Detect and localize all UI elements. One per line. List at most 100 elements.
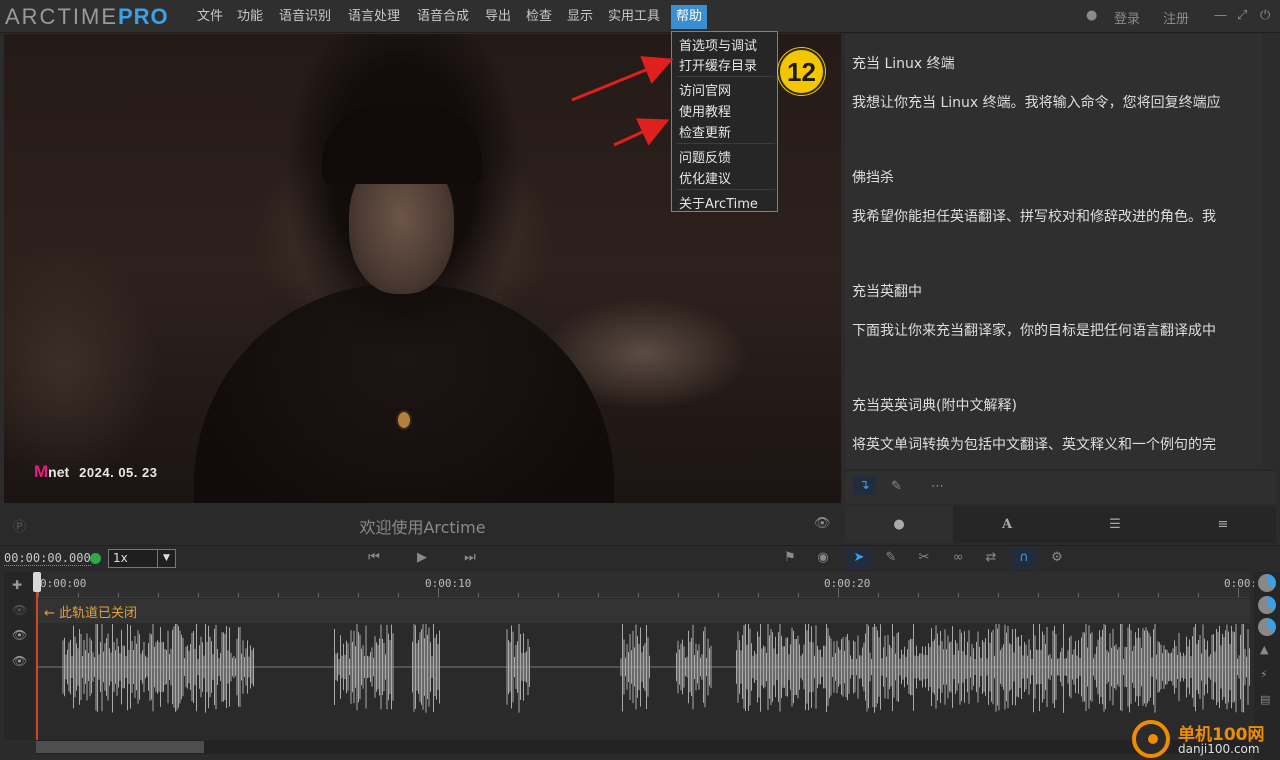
eye-hidden-icon[interactable]: 👁 bbox=[12, 603, 27, 617]
waveform-bars bbox=[62, 624, 1250, 713]
ruler-tick bbox=[958, 593, 959, 597]
audio-waveform-track[interactable] bbox=[36, 624, 1250, 739]
tab-list-icon[interactable]: ☰ bbox=[1061, 506, 1169, 543]
eye-icon[interactable]: 👁 bbox=[12, 654, 27, 668]
more-icon[interactable]: ⋯ bbox=[931, 479, 944, 494]
ruler-tick bbox=[118, 593, 119, 597]
video-date: 2024. 05. 23 bbox=[79, 464, 158, 480]
magnet-icon[interactable]: ∩ bbox=[1011, 547, 1037, 569]
tab-sliders-icon[interactable]: ≡ bbox=[1169, 506, 1277, 543]
menu-display[interactable]: 显示 bbox=[564, 5, 596, 29]
ruler-tick bbox=[718, 593, 719, 597]
timeline[interactable]: ✚ 👁 👁 👁 0:00:00 0:00:10 0:00:20 0:00: ← … bbox=[0, 572, 1280, 760]
lightning-icon[interactable]: ⚡ bbox=[1260, 668, 1268, 681]
ruler-tick bbox=[1038, 593, 1039, 597]
menu-function[interactable]: 功能 bbox=[234, 5, 266, 29]
eye-icon[interactable]: 👁 bbox=[12, 628, 27, 642]
menu-help[interactable]: 帮助 bbox=[671, 5, 708, 29]
logo-text: ARCTIME bbox=[5, 4, 118, 29]
ruler-tick bbox=[198, 593, 199, 597]
bookmark-icon[interactable]: ⚑ bbox=[781, 550, 799, 565]
login-link[interactable]: 登录 bbox=[1114, 8, 1140, 27]
logo-pro: PRO bbox=[118, 4, 169, 29]
play-icon[interactable]: ▶ bbox=[413, 550, 431, 565]
playhead-handle[interactable] bbox=[33, 572, 41, 592]
link-icon[interactable]: ∞ bbox=[949, 550, 967, 565]
skip-back-icon[interactable]: ⏮ bbox=[365, 550, 383, 565]
edit-tool-icon[interactable]: ✎ bbox=[882, 550, 900, 565]
playback-speed-select[interactable]: 1x ▼ bbox=[108, 549, 176, 568]
dd-preferences[interactable]: 首选项与调试 bbox=[679, 35, 757, 54]
text-panel-scrollbar[interactable] bbox=[1262, 34, 1276, 468]
menu-speech-recognition[interactable]: 语音识别 bbox=[276, 5, 334, 29]
tab-comments-icon[interactable]: ● bbox=[845, 506, 953, 543]
menu-utilities[interactable]: 实用工具 bbox=[605, 5, 663, 29]
menu-export[interactable]: 导出 bbox=[482, 5, 514, 29]
ruler-tick bbox=[638, 593, 639, 597]
scissors-icon[interactable]: ✂ bbox=[915, 550, 933, 565]
menu-speech-synthesis[interactable]: 语音合成 bbox=[414, 5, 472, 29]
site-watermark: 单机100网 danji100.com bbox=[1130, 718, 1280, 760]
dd-check-updates[interactable]: 检查更新 bbox=[679, 122, 731, 141]
skip-forward-icon[interactable]: ⏭ bbox=[461, 550, 479, 565]
ruler-tick bbox=[158, 593, 159, 597]
maximize-icon[interactable]: ⤢ bbox=[1237, 8, 1247, 23]
tick-label: 0:00:10 bbox=[425, 577, 472, 590]
timecode-display[interactable]: 00:00:00.000 bbox=[4, 551, 91, 566]
ruler-tick bbox=[678, 593, 679, 597]
chevron-down-icon: ▼ bbox=[157, 550, 175, 567]
playhead[interactable] bbox=[36, 572, 38, 740]
menu-language-processing[interactable]: 语言处理 bbox=[345, 5, 403, 29]
ruler-tick bbox=[1158, 593, 1159, 597]
caption-visibility-icon[interactable]: 👁 bbox=[814, 516, 831, 531]
ruler-tick bbox=[278, 593, 279, 597]
timeline-scroll-thumb[interactable] bbox=[36, 741, 204, 753]
menu-file[interactable]: 文件 bbox=[194, 5, 226, 29]
video-watermark: Mnet 2024. 05. 23 bbox=[34, 462, 157, 482]
volume-knob[interactable] bbox=[1258, 574, 1276, 592]
tick-label: 0:00:20 bbox=[824, 577, 871, 590]
pointer-tool-icon[interactable]: ➤ bbox=[846, 547, 872, 569]
transport-bar: 00:00:00.000 1x ▼ ⏮ ▶ ⏭ ⚑ ◉ ➤ ✎ ✂ ∞ ⇄ ∩ ⚙ bbox=[0, 545, 1280, 571]
ruler-tick bbox=[918, 593, 919, 597]
register-link[interactable]: 注册 bbox=[1163, 8, 1189, 27]
prompt-body: 我希望你能担任英语翻译、拼写校对和修辞改进的角色。我 bbox=[852, 209, 1216, 225]
gear-icon[interactable]: ⚙ bbox=[1048, 550, 1066, 565]
ruler-tick bbox=[78, 593, 79, 597]
power-icon[interactable]: ⏻ bbox=[1260, 8, 1270, 23]
text-panel[interactable]: 充当 Linux 终端 我想让你充当 Linux 终端。我将输入命令，您将回复终… bbox=[845, 34, 1276, 468]
time-ruler[interactable]: 0:00:00 0:00:10 0:00:20 0:00: bbox=[36, 572, 1257, 598]
menubar: ARCTIMEPRO 文件 功能 语音识别 语言处理 语音合成 导出 检查 显示… bbox=[0, 0, 1280, 33]
dd-feedback[interactable]: 问题反馈 bbox=[679, 147, 731, 166]
ruler-tick bbox=[518, 593, 519, 597]
swap-icon[interactable]: ⇄ bbox=[982, 550, 1000, 565]
panel-icon[interactable]: ▤ bbox=[1260, 693, 1270, 706]
timeline-scrollbar[interactable] bbox=[36, 740, 1250, 754]
add-track-icon[interactable]: ✚ bbox=[12, 578, 22, 592]
app-logo: ARCTIMEPRO bbox=[5, 4, 169, 30]
dd-open-cache-dir[interactable]: 打开缓存目录 bbox=[679, 55, 757, 74]
text-panel-toolbar: ↴ ✎ ⋯ bbox=[845, 470, 1276, 504]
waveform-icon[interactable]: ▲ bbox=[1260, 643, 1268, 656]
dd-about[interactable]: 关于ArcTime bbox=[679, 193, 758, 212]
insert-down-icon[interactable]: ↴ bbox=[853, 476, 876, 495]
minimize-icon[interactable]: — bbox=[1214, 8, 1227, 23]
volume-knob[interactable] bbox=[1258, 618, 1276, 636]
dd-suggestions[interactable]: 优化建议 bbox=[679, 168, 731, 187]
ruler-tick bbox=[318, 593, 319, 597]
dd-tutorial[interactable]: 使用教程 bbox=[679, 101, 731, 120]
prompt-body: 将英文单词转换为包括中文翻译、英文释义和一个例句的完 bbox=[852, 437, 1216, 453]
dd-separator bbox=[676, 143, 775, 144]
ruler-tick bbox=[758, 593, 759, 597]
ruler-tick bbox=[1238, 588, 1239, 597]
edit-pencil-icon[interactable]: ✎ bbox=[891, 479, 902, 494]
dd-visit-website[interactable]: 访问官网 bbox=[679, 80, 731, 99]
menu-check[interactable]: 检查 bbox=[523, 5, 555, 29]
tab-font-icon[interactable]: A bbox=[953, 506, 1061, 543]
ruler-tick bbox=[838, 588, 839, 597]
ruler-tick bbox=[598, 593, 599, 597]
camera-icon[interactable]: ◉ bbox=[814, 550, 832, 565]
volume-knob[interactable] bbox=[1258, 596, 1276, 614]
subtitle-track-closed[interactable]: ← 此轨道已关闭 bbox=[36, 599, 1250, 623]
prompt-title: 佛挡杀 bbox=[852, 170, 894, 186]
